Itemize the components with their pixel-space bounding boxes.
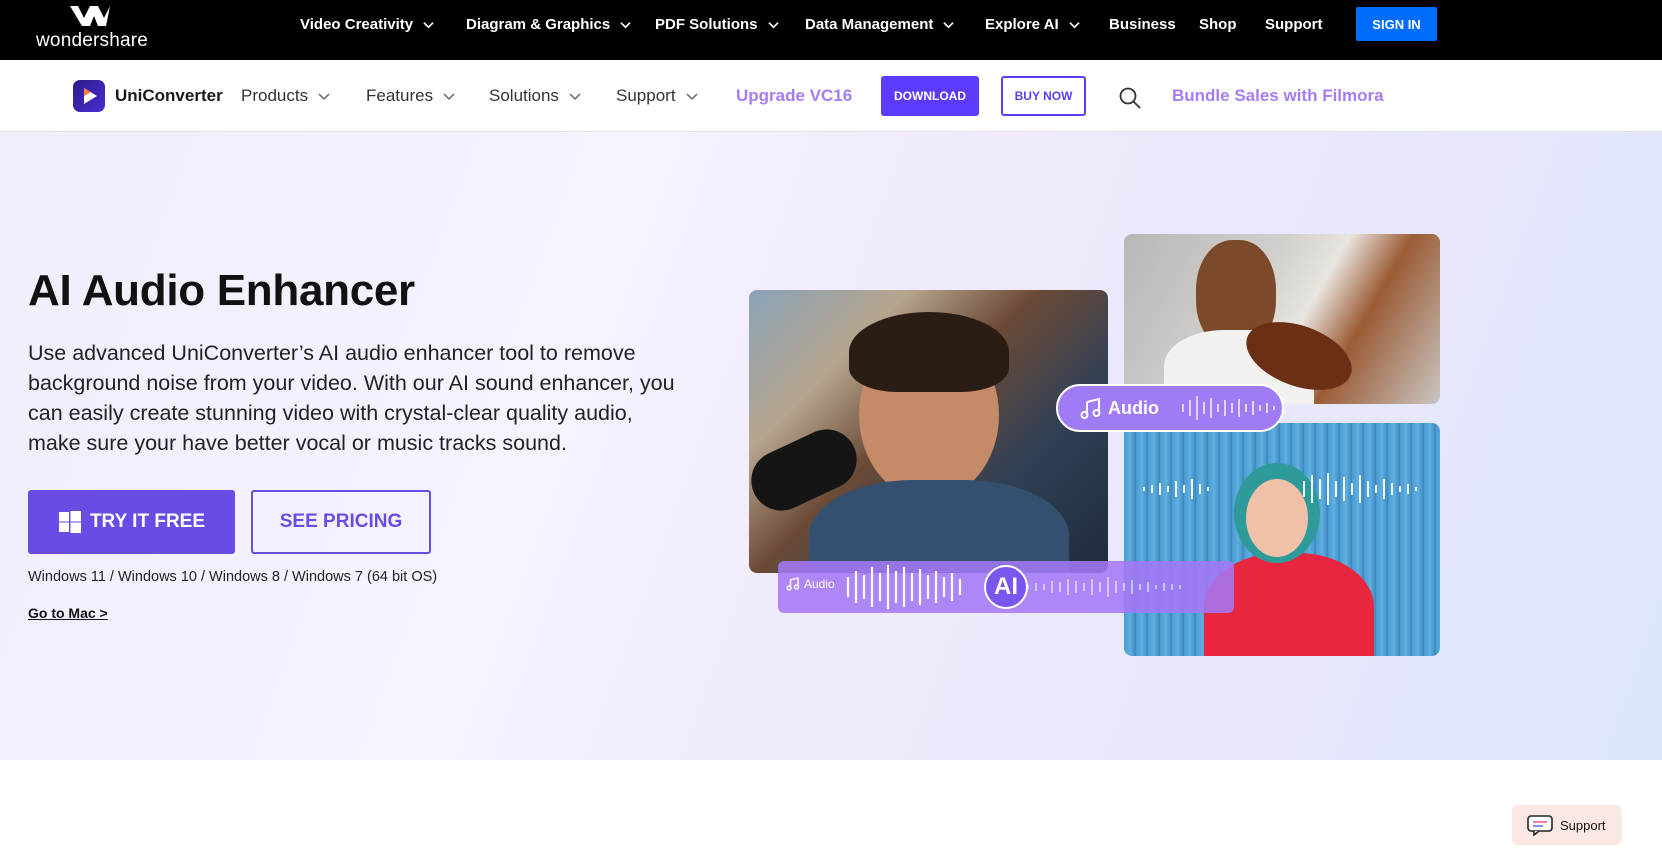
wondershare-wordmark: wondershare bbox=[36, 30, 149, 51]
topnav-label: Video Creativity bbox=[300, 15, 414, 33]
chat-icon bbox=[1527, 815, 1553, 836]
topnav-label: Data Management bbox=[805, 15, 934, 33]
product-nav-features[interactable]: Features bbox=[366, 86, 455, 106]
waveform-graphic bbox=[1143, 473, 1417, 505]
topnav-item-video-creativity[interactable]: Video Creativity bbox=[300, 0, 434, 48]
audio-bar-text: Audio bbox=[804, 577, 835, 591]
podcaster-hair-shape bbox=[849, 312, 1009, 392]
music-note-icon bbox=[786, 577, 800, 591]
upgrade-link[interactable]: Upgrade VC16 bbox=[736, 86, 852, 106]
chevron-down-icon bbox=[318, 93, 330, 101]
topnav-item-business[interactable]: Business bbox=[1109, 0, 1176, 48]
product-nav-label: Products bbox=[241, 86, 309, 105]
search-icon[interactable] bbox=[1118, 86, 1142, 110]
topnav-item-diagram-graphics[interactable]: Diagram & Graphics bbox=[466, 0, 631, 48]
chevron-down-icon bbox=[686, 93, 698, 101]
enhanced-waveform-graphic bbox=[846, 565, 1181, 609]
girl-headphones-photo bbox=[1124, 423, 1440, 656]
chevron-down-icon bbox=[443, 93, 455, 101]
topnav-item-shop[interactable]: Shop bbox=[1199, 0, 1237, 48]
topnav-label: Business bbox=[1109, 15, 1176, 33]
podcaster-photo bbox=[749, 290, 1108, 573]
global-top-bar: wondershare Video Creativity Diagram & G… bbox=[0, 0, 1662, 60]
audio-bar-label: Audio bbox=[786, 577, 835, 591]
buy-now-button[interactable]: BUY NOW bbox=[1001, 76, 1086, 116]
support-chat-widget[interactable]: Support bbox=[1512, 805, 1622, 845]
topnav-label: Shop bbox=[1199, 15, 1237, 33]
product-nav-bar: UniConverter Products Features Solutions… bbox=[0, 60, 1662, 132]
product-nav-support[interactable]: Support bbox=[616, 86, 698, 106]
uniconverter-logo-icon[interactable] bbox=[73, 80, 105, 112]
try-it-free-button[interactable]: TRY IT FREE bbox=[28, 490, 235, 554]
topnav-label: Explore AI bbox=[985, 15, 1059, 33]
product-nav-label: Features bbox=[366, 86, 434, 105]
chevron-down-icon bbox=[620, 21, 631, 28]
ai-badge: AI bbox=[984, 565, 1028, 609]
wondershare-mark-icon bbox=[70, 6, 110, 26]
topnav-label: Support bbox=[1265, 15, 1323, 33]
download-button[interactable]: DOWNLOAD bbox=[881, 76, 979, 116]
windows-icon bbox=[58, 511, 81, 533]
product-nav-label: Support bbox=[616, 86, 676, 105]
wondershare-logo[interactable]: wondershare bbox=[36, 4, 149, 56]
sign-in-button[interactable]: SIGN IN bbox=[1356, 7, 1437, 41]
go-to-mac-link[interactable]: Go to Mac > bbox=[28, 605, 108, 621]
waveform-graphic bbox=[1182, 396, 1275, 420]
product-nav-products[interactable]: Products bbox=[241, 86, 330, 106]
page-title: AI Audio Enhancer bbox=[28, 266, 415, 315]
topnav-label: Diagram & Graphics bbox=[466, 15, 611, 33]
topnav-item-support[interactable]: Support bbox=[1265, 0, 1323, 48]
chevron-down-icon bbox=[1068, 21, 1080, 28]
product-nav-label: Solutions bbox=[489, 86, 559, 105]
product-name[interactable]: UniConverter bbox=[115, 86, 223, 106]
audio-pill: Audio bbox=[1056, 384, 1284, 432]
see-pricing-button[interactable]: SEE PRICING bbox=[251, 490, 431, 554]
play-icon bbox=[84, 88, 97, 104]
topnav-item-pdf-solutions[interactable]: PDF Solutions bbox=[655, 0, 779, 48]
violinist-photo bbox=[1124, 234, 1440, 404]
bundle-sales-link[interactable]: Bundle Sales with Filmora bbox=[1172, 86, 1384, 106]
audio-pill-label: Audio bbox=[1108, 397, 1159, 418]
support-widget-label: Support bbox=[1560, 817, 1606, 833]
try-it-free-label: TRY IT FREE bbox=[89, 511, 206, 532]
chevron-down-icon bbox=[943, 21, 955, 28]
product-nav-solutions[interactable]: Solutions bbox=[489, 86, 581, 106]
topnav-item-data-management[interactable]: Data Management bbox=[805, 0, 955, 48]
chevron-down-icon bbox=[423, 21, 434, 28]
music-note-icon bbox=[1080, 397, 1101, 419]
topnav-item-explore-ai[interactable]: Explore AI bbox=[985, 0, 1080, 48]
hero-description: Use advanced UniConverter’s AI audio enh… bbox=[28, 341, 675, 455]
topnav-label: PDF Solutions bbox=[655, 15, 758, 33]
chevron-down-icon bbox=[767, 21, 779, 28]
chevron-down-icon bbox=[569, 93, 581, 101]
podcaster-jacket-shape bbox=[809, 480, 1069, 573]
os-compatibility-note: Windows 11 / Windows 10 / Windows 8 / Wi… bbox=[28, 569, 438, 585]
